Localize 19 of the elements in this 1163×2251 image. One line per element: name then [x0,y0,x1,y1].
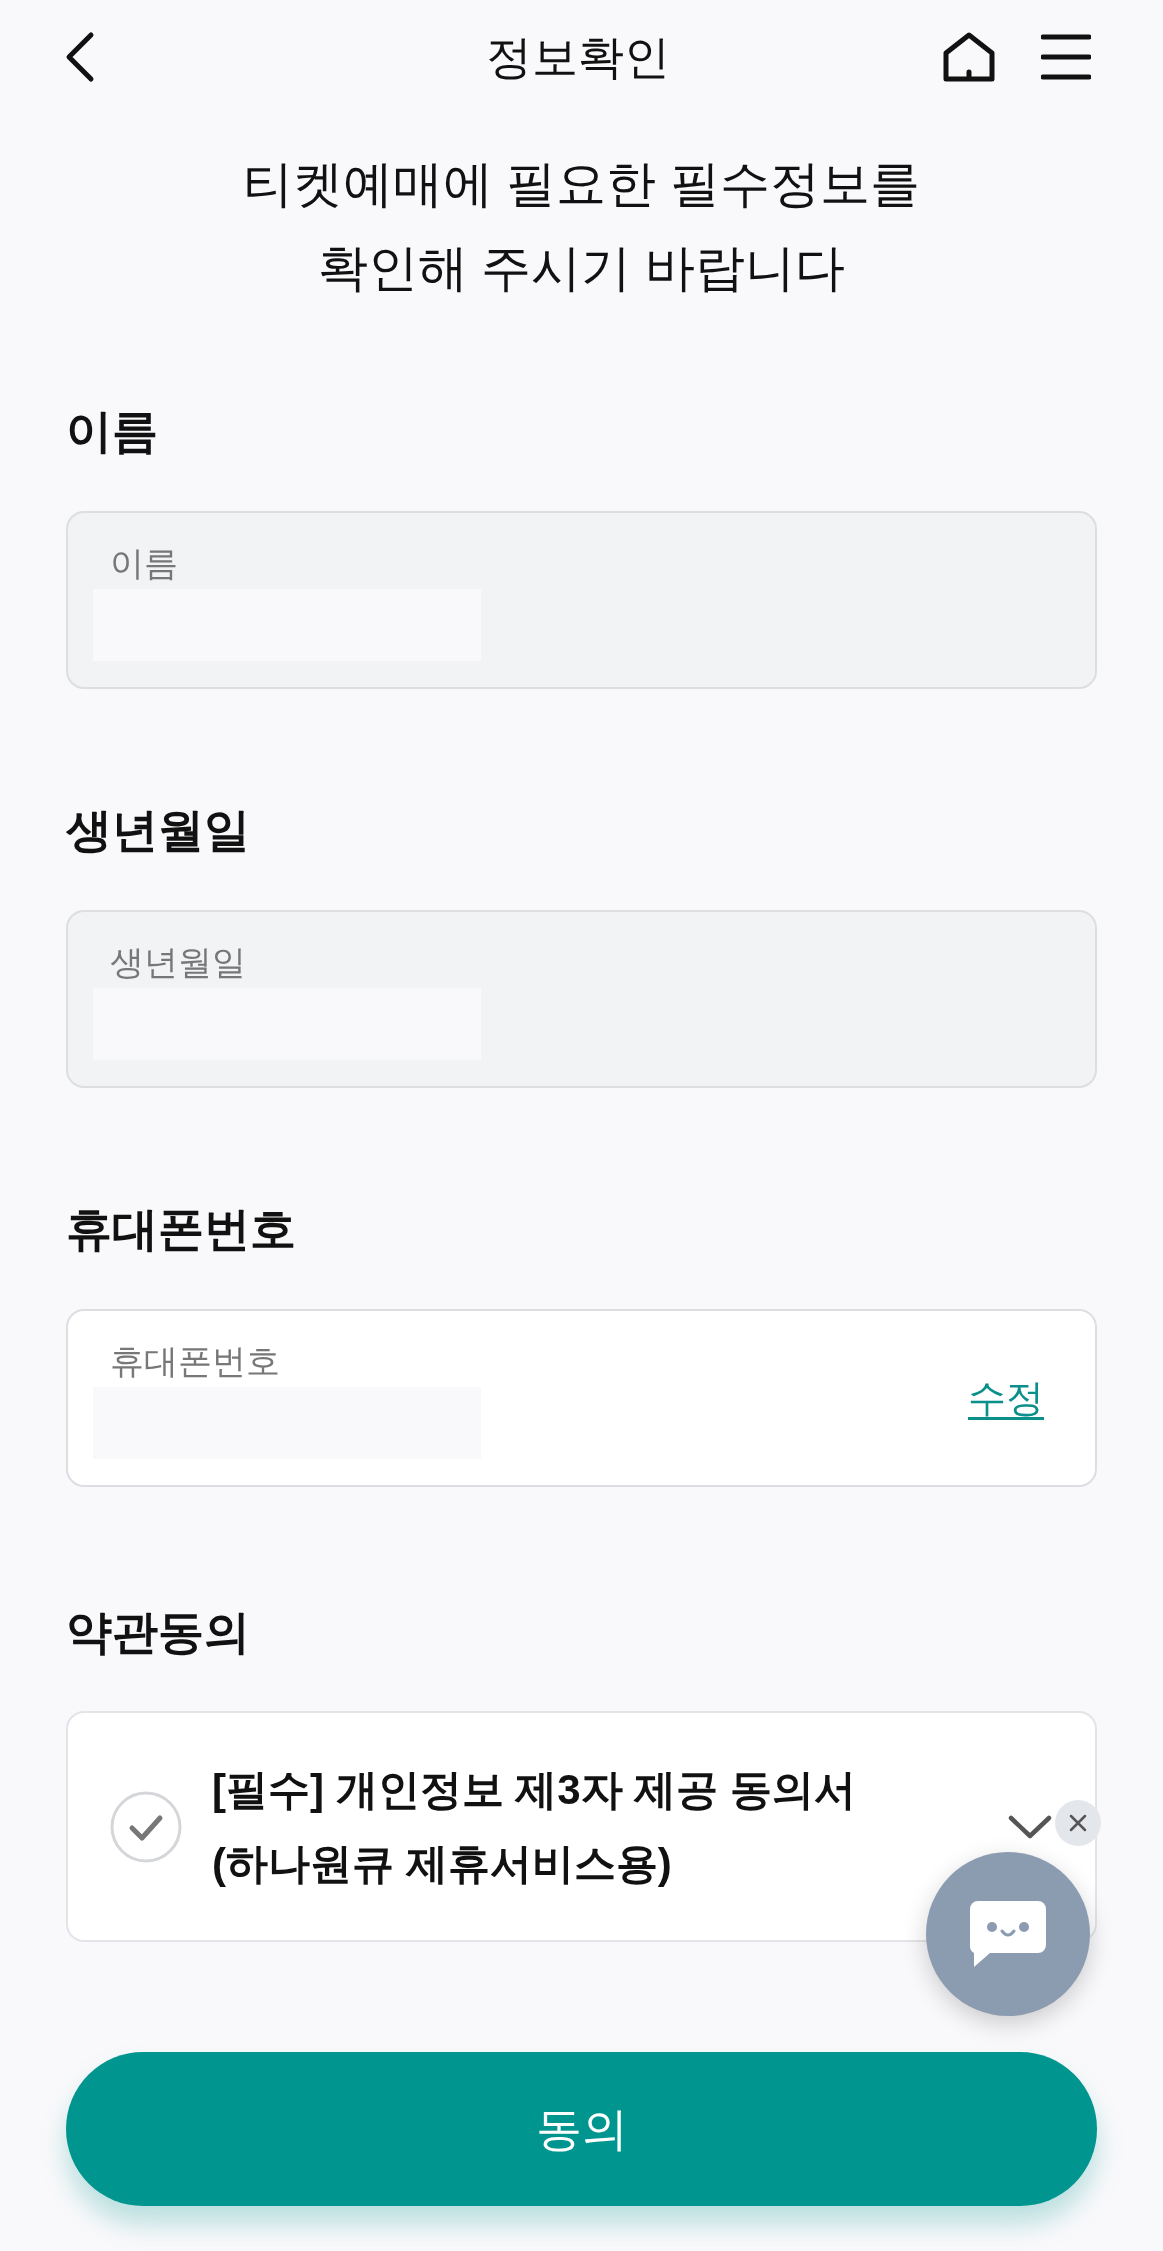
section-label: 휴대폰번호 [66,1202,297,1257]
section-label: 생년월일 [66,803,251,858]
field-label: 휴대폰번호 [110,1341,281,1381]
intro-text: 티켓예매에 필요한 필수정보를 확인해 주시기 바랍니다 [241,155,922,298]
terms-text: [필수] 개인정보 제3자 제공 동의서 (하나원큐 제휴서비스용) [212,1764,857,1889]
section-label: 약관동의 [66,1605,251,1660]
close-icon [1069,1814,1087,1832]
home-icon[interactable] [942,31,996,83]
chevron-down-icon[interactable] [1008,1814,1052,1839]
page-title: 정보확인 [485,30,670,85]
field-label: 생년월일 [110,942,247,982]
back-icon[interactable] [64,31,96,83]
field-label: 이름 [110,543,179,583]
edit-link[interactable]: 수정 [968,1375,1044,1421]
check-circle-icon[interactable] [110,1790,182,1863]
chat-bubble-icon [968,1899,1048,1969]
section-label: 이름 [66,404,159,459]
menu-icon[interactable] [1041,34,1091,80]
agree-button[interactable]: 동의 [66,2052,1097,2206]
